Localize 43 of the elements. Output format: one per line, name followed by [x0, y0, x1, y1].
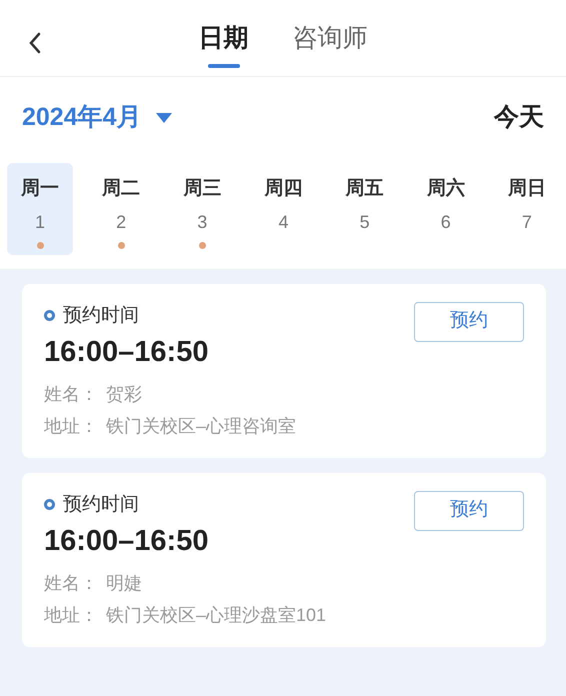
day-cell[interactable]: 周一 1 — [7, 162, 73, 254]
date-number: 2 — [116, 211, 126, 234]
name-value: 贺彩 — [106, 382, 142, 406]
weekday-label: 周一 — [21, 176, 59, 200]
date-number: 6 — [440, 211, 451, 234]
tab[interactable]: 日期 — [198, 26, 248, 51]
field-label: 地址： — [44, 604, 98, 627]
date-number: 3 — [197, 211, 208, 234]
day-cell[interactable]: 周日 7 — [494, 162, 560, 254]
address-value: 铁门关校区–心理咨询室 — [106, 414, 296, 438]
book-button[interactable]: 预约 — [414, 302, 524, 342]
weekday-label: 周三 — [183, 176, 222, 200]
weekday-label: 周日 — [508, 176, 546, 200]
ring-icon — [44, 310, 55, 322]
time-range: 16:00–16:50 — [44, 335, 210, 370]
day-cell[interactable]: 周三 3 — [169, 162, 236, 254]
book-button[interactable]: 预约 — [414, 490, 524, 531]
weekday-label: 周二 — [102, 176, 140, 200]
ring-icon — [44, 499, 55, 510]
tab[interactable]: 咨询师 — [292, 26, 368, 51]
tab-indicator — [208, 64, 240, 68]
date-number: 7 — [522, 211, 532, 234]
day-cell[interactable]: 周二 2 — [88, 162, 154, 254]
appointment-heading: 预约时间 — [63, 304, 139, 328]
day-cell[interactable]: 周五 5 — [332, 162, 398, 254]
name-value: 明婕 — [106, 572, 142, 595]
field-label: 地址： — [44, 414, 98, 438]
caret-icon — [156, 112, 172, 123]
day-cell[interactable]: 周四 4 — [250, 162, 316, 254]
date-number: 5 — [360, 211, 370, 234]
weekday-label: 周六 — [426, 176, 465, 200]
appointment-heading: 预约时间 — [63, 492, 139, 517]
today-button[interactable]: 今天 — [494, 99, 544, 136]
weekday-label: 周五 — [346, 176, 384, 200]
date-number: 4 — [278, 211, 288, 234]
date-number: 1 — [34, 211, 45, 234]
month-picker[interactable]: 2024年4月 — [22, 99, 172, 136]
time-range: 16:00–16:50 — [44, 524, 210, 560]
field-label: 姓名： — [44, 382, 98, 406]
address-value: 铁门关校区–心理沙盘室101 — [106, 604, 326, 627]
field-label: 姓名： — [44, 572, 98, 595]
day-cell[interactable]: 周六 6 — [412, 162, 479, 254]
weekday-label: 周四 — [264, 176, 302, 200]
